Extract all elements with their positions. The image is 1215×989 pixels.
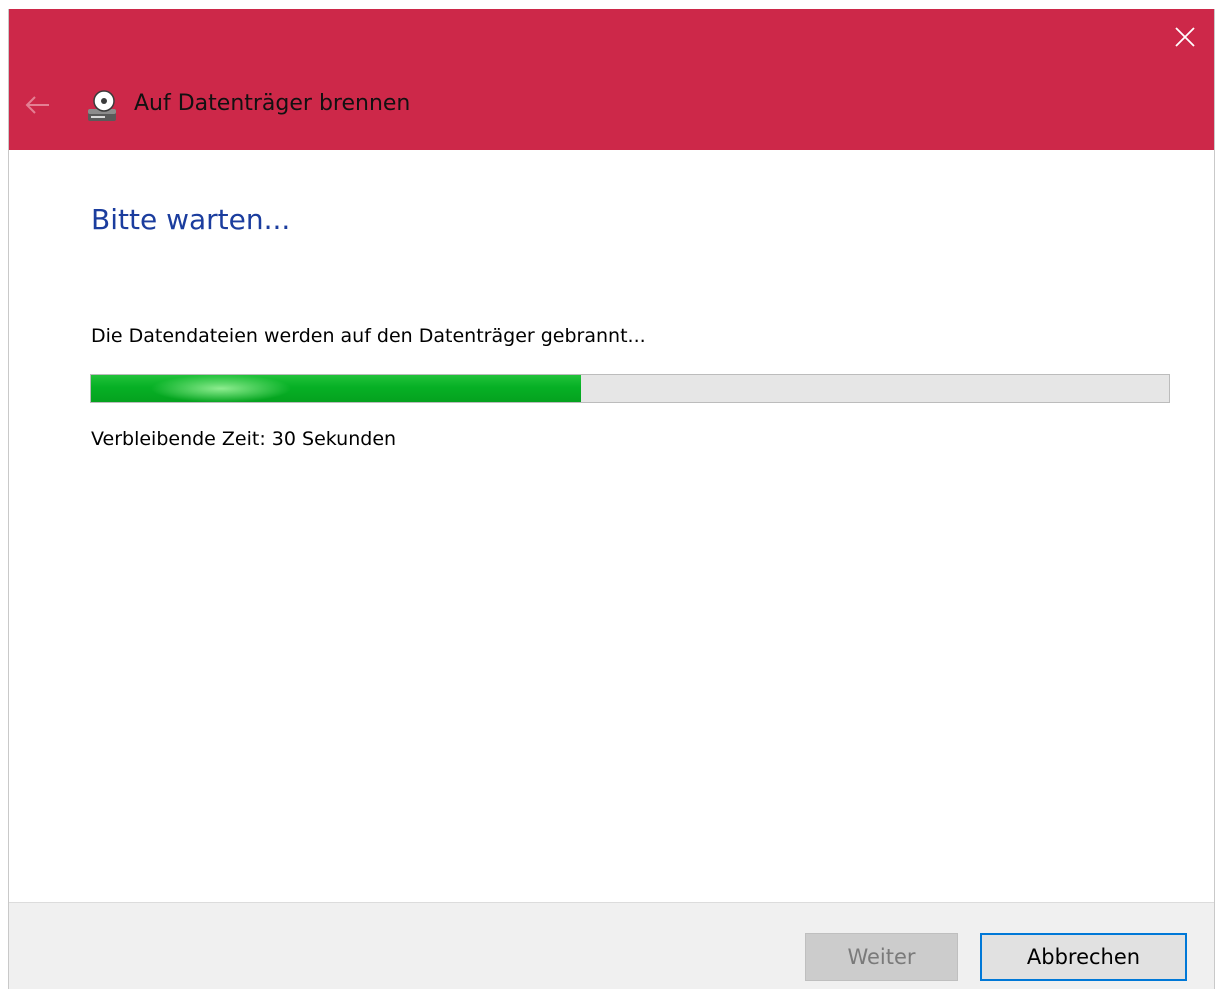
disc-burn-icon [88, 90, 116, 121]
close-button[interactable] [1156, 9, 1214, 65]
button-bar: Weiter Abbrechen [9, 902, 1214, 989]
main-content: Bitte warten... Die Datendateien werden … [9, 150, 1214, 902]
close-icon [1175, 27, 1195, 47]
arrow-left-icon [25, 96, 49, 114]
next-button[interactable]: Weiter [805, 933, 958, 981]
back-button[interactable] [17, 87, 57, 123]
status-text: Die Datendateien werden auf den Datenträ… [91, 325, 646, 347]
burn-disc-dialog: Auf Datenträger brennen Bitte warten... … [8, 9, 1215, 989]
page-heading: Bitte warten... [91, 203, 291, 236]
cancel-button[interactable]: Abbrechen [980, 933, 1187, 981]
progress-bar [90, 374, 1170, 403]
window-title: Auf Datenträger brennen [134, 91, 411, 116]
progress-fill [91, 375, 582, 402]
title-bar: Auf Datenträger brennen [9, 9, 1214, 150]
time-remaining: Verbleibende Zeit: 30 Sekunden [91, 428, 397, 450]
